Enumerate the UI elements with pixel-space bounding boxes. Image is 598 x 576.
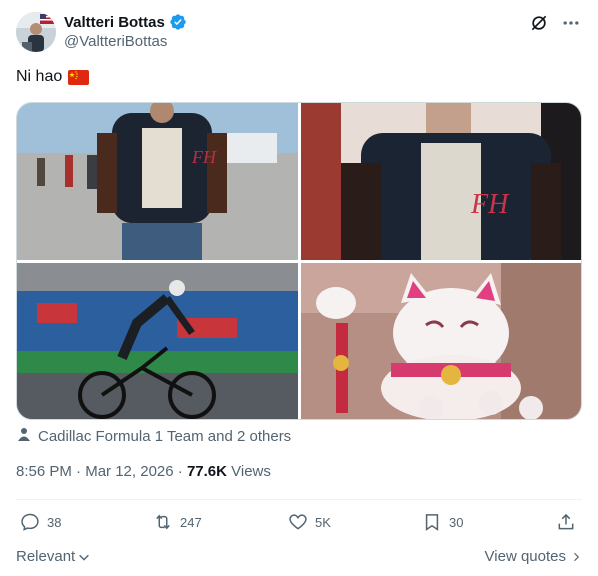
reply-icon xyxy=(21,513,39,531)
svg-text:FH: FH xyxy=(470,189,510,220)
photo-2[interactable]: FH xyxy=(301,103,581,260)
bookmark-button[interactable]: 30 xyxy=(422,512,463,532)
tweet-text: Ni hao xyxy=(16,68,90,86)
top-actions xyxy=(528,12,582,34)
view-quotes-link[interactable]: View quotes xyxy=(485,548,582,565)
repost-icon xyxy=(156,514,170,530)
svg-text:FH: FH xyxy=(191,147,217,167)
verified-badge-icon xyxy=(169,13,187,31)
bookmark-count: 30 xyxy=(449,514,464,530)
views-label: Views xyxy=(226,463,271,480)
author-name[interactable]: Valtteri Bottas xyxy=(64,14,165,31)
sort-dropdown[interactable]: Relevant xyxy=(16,548,91,565)
bookmark-icon xyxy=(425,514,439,531)
reply-count: 38 xyxy=(47,514,62,530)
photo-3[interactable] xyxy=(17,263,298,419)
meta-separator: · xyxy=(71,463,86,480)
tweet-date[interactable]: Mar 12, 2026 xyxy=(85,463,173,480)
tweet-meta: 8:56 PM · Mar 12, 2026 · 77.6K Views xyxy=(16,463,271,480)
tweet-time[interactable]: 8:56 PM xyxy=(16,463,72,480)
media-grid: FH FH xyxy=(16,102,582,420)
tagged-text: Cadillac Formula 1 Team and 2 others xyxy=(38,427,292,445)
photo-4[interactable] xyxy=(301,263,581,419)
more-icon[interactable] xyxy=(560,12,582,34)
author-handle[interactable]: @ValtteriBottas xyxy=(64,33,167,50)
grok-icon[interactable] xyxy=(528,12,550,34)
views-count: 77.6K xyxy=(186,463,227,480)
china-flag-icon xyxy=(68,69,90,85)
author-name-row[interactable]: Valtteri Bottas xyxy=(64,13,187,31)
repost-count: 247 xyxy=(180,514,202,530)
share-button[interactable] xyxy=(556,512,576,532)
like-button[interactable]: 5K xyxy=(288,512,331,532)
sort-label: Relevant xyxy=(16,548,76,565)
photo-1[interactable]: FH xyxy=(17,103,298,260)
chevron-down-icon xyxy=(79,554,90,561)
divider xyxy=(16,499,582,500)
action-bar: 38 247 5K 30 xyxy=(16,512,582,536)
tweet-body: Ni hao xyxy=(16,68,63,85)
like-count: 5K xyxy=(315,514,331,530)
view-quotes-label: View quotes xyxy=(484,548,566,565)
share-icon xyxy=(558,513,574,530)
repost-button[interactable]: 247 xyxy=(153,512,202,532)
chevron-right-icon xyxy=(574,552,580,561)
heart-icon xyxy=(289,514,307,530)
person-icon xyxy=(16,426,32,446)
reply-button[interactable]: 38 xyxy=(20,512,61,532)
meta-separator: · xyxy=(173,463,187,480)
avatar[interactable] xyxy=(16,12,56,52)
tagged-users[interactable]: Cadillac Formula 1 Team and 2 others xyxy=(16,426,291,446)
